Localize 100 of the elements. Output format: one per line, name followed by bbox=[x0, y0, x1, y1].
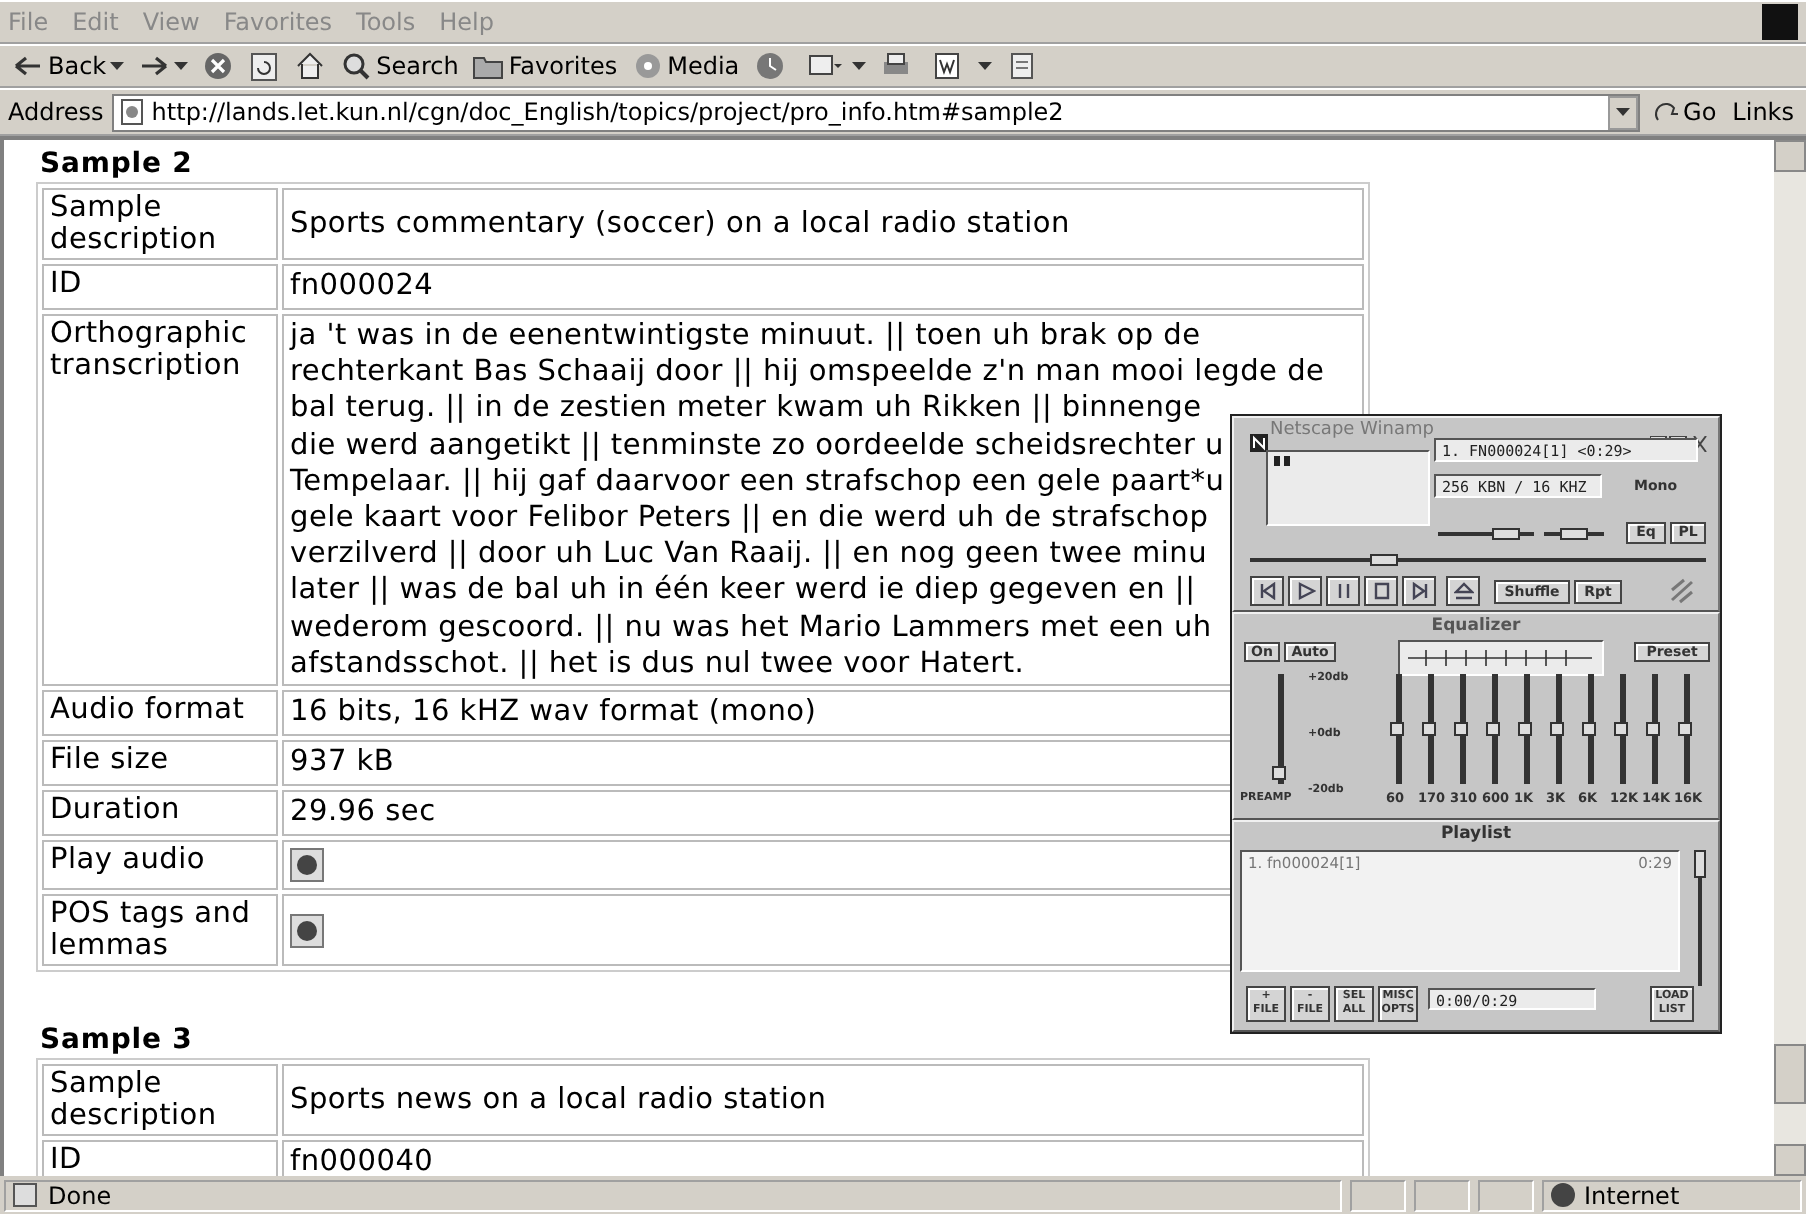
home-icon bbox=[294, 50, 327, 82]
transcription-line: bal terug. || in de zestien meter kwam uh Rikken || binnenge bbox=[290, 390, 1202, 428]
page-icon bbox=[117, 98, 146, 126]
eq-slider[interactable] bbox=[1428, 674, 1434, 784]
pause-icon bbox=[1333, 582, 1353, 600]
row-label: Audio format bbox=[42, 690, 278, 737]
address-field[interactable]: http://lands.let.kun.nl/cgn/doc_English/topics/project/pro_info.htm#sample2 bbox=[111, 93, 1640, 131]
row-label: Play audio bbox=[42, 840, 278, 891]
caret-icon bbox=[110, 62, 125, 70]
status-text: Done bbox=[48, 1181, 112, 1209]
zone-text: Internet bbox=[1584, 1181, 1680, 1209]
dropdown-button[interactable] bbox=[1607, 95, 1638, 129]
transcription-line: wederom gescoord. || nu was het Mario Lammers met een uh bbox=[290, 609, 1212, 646]
row-label: Sample description bbox=[42, 188, 278, 260]
status-panel bbox=[1414, 1179, 1470, 1211]
go-button[interactable]: Go bbox=[1647, 96, 1721, 128]
slider-handle[interactable] bbox=[1646, 722, 1660, 736]
refresh-icon bbox=[248, 50, 281, 82]
stop-icon bbox=[1371, 582, 1391, 600]
slider-handle[interactable] bbox=[1560, 528, 1588, 540]
eq-slider[interactable] bbox=[1460, 674, 1466, 784]
previous-button[interactable] bbox=[1250, 576, 1284, 606]
play-indicator-icon bbox=[1274, 456, 1294, 468]
history-icon bbox=[753, 50, 786, 82]
eq-slider[interactable] bbox=[1620, 674, 1626, 784]
row-label: POS tags and lemmas bbox=[42, 894, 278, 967]
panel-title: Playlist bbox=[1438, 824, 1514, 844]
row-label: File size bbox=[42, 740, 278, 787]
section-heading: Sample 3 bbox=[40, 1024, 195, 1057]
scroll-handle[interactable] bbox=[1694, 850, 1706, 878]
transcription-line: die werd aangetikt || tenminste zo oordeelde scheidsrechter u bbox=[290, 427, 1224, 464]
slider-handle[interactable] bbox=[1369, 554, 1398, 566]
next-icon bbox=[1409, 582, 1429, 600]
favorites-button[interactable]: Favorites bbox=[468, 48, 622, 84]
search-icon bbox=[340, 50, 373, 82]
transcription-line: rechterkant Bas Schaaij door || hij omspeelde z'n man mooi legde de bbox=[290, 354, 1325, 391]
eq-slider[interactable] bbox=[1556, 674, 1562, 784]
play-icon bbox=[1295, 582, 1315, 600]
slider-handle[interactable] bbox=[1678, 722, 1692, 736]
eject-icon bbox=[1453, 582, 1473, 600]
caret-icon bbox=[851, 62, 866, 70]
transcription-line: Tempelaar. || hij gaf daarvoor een strafschop een gele paart*u bbox=[290, 463, 1225, 501]
play-button[interactable] bbox=[1288, 576, 1322, 606]
eq-slider[interactable] bbox=[1524, 674, 1530, 784]
eq-slider[interactable] bbox=[1684, 674, 1690, 784]
row-value: Sports commentary (soccer) on a local radio station bbox=[282, 188, 1364, 260]
caret-icon bbox=[174, 62, 189, 70]
transcription-line: ja 't was in de eenentwintigste minuut. || toen uh brak op de bbox=[290, 318, 1201, 355]
caret-icon bbox=[1615, 108, 1630, 116]
address-label: Address bbox=[8, 98, 104, 126]
slider-handle[interactable] bbox=[1390, 722, 1404, 736]
panel-title: Equalizer bbox=[1429, 616, 1523, 636]
stop-button[interactable] bbox=[1364, 576, 1398, 606]
eq-slider[interactable] bbox=[1396, 674, 1402, 784]
eject-button[interactable] bbox=[1446, 576, 1480, 606]
audio-button[interactable] bbox=[290, 848, 324, 883]
media-button[interactable]: Media bbox=[627, 48, 744, 84]
search-button[interactable]: Search bbox=[336, 48, 463, 84]
eq-slider[interactable] bbox=[1652, 674, 1658, 784]
discussion-icon bbox=[1005, 50, 1038, 82]
transcription-line: verzilverd || door uh Luc Van Raaij. || en nog geen twee minu bbox=[290, 536, 1208, 573]
row-label: ID bbox=[42, 1140, 278, 1176]
slider-handle[interactable] bbox=[1454, 722, 1468, 736]
url-text: http://lands.let.kun.nl/cgn/doc_English/topics/project/pro_info.htm#sample2 bbox=[151, 98, 1064, 126]
slider-handle[interactable] bbox=[1582, 722, 1596, 736]
slider-handle[interactable] bbox=[1614, 722, 1628, 736]
row-value: Sports news on a local radio station bbox=[282, 1064, 1364, 1137]
previous-icon bbox=[1257, 582, 1277, 600]
pause-button[interactable] bbox=[1326, 576, 1360, 606]
slider-handle[interactable] bbox=[1492, 528, 1521, 540]
row-value: fn000040 bbox=[282, 1140, 1364, 1176]
row-value: fn000024 bbox=[282, 264, 1364, 310]
slider-handle[interactable] bbox=[1486, 722, 1500, 736]
eq-curve-icon bbox=[1406, 644, 1594, 672]
row-label: Sample description bbox=[42, 1064, 278, 1137]
row-label: ID bbox=[42, 264, 278, 310]
window-title: Netscape Winamp bbox=[1270, 420, 1436, 440]
slider-handle[interactable] bbox=[1518, 722, 1532, 736]
links-button[interactable]: Links bbox=[1728, 96, 1798, 128]
slider-handle[interactable] bbox=[1422, 722, 1436, 736]
eq-slider[interactable] bbox=[1278, 674, 1284, 784]
transcription-line: gele kaart voor Felibor Peters || en die werd uh de strafschop bbox=[290, 500, 1209, 537]
slider-handle[interactable] bbox=[1550, 722, 1564, 736]
eq-slider[interactable] bbox=[1588, 674, 1594, 784]
transcription-line: later || was de bal uh in één keer werd ie diep gegeven en || bbox=[290, 572, 1196, 610]
scrollbar[interactable] bbox=[1774, 140, 1806, 1176]
status-panel bbox=[1478, 1179, 1534, 1211]
transcription-line: afstandsschot. || het is dus nul twee voor Hatert. bbox=[290, 645, 1025, 683]
section-heading: Sample 2 bbox=[40, 148, 195, 180]
audio-button[interactable] bbox=[290, 913, 324, 948]
slider-handle[interactable] bbox=[1272, 765, 1286, 780]
media-icon bbox=[631, 50, 664, 82]
playlist-scrollbar[interactable] bbox=[1698, 850, 1702, 986]
next-button[interactable] bbox=[1402, 576, 1436, 606]
eq-slider[interactable] bbox=[1492, 674, 1498, 784]
row-label: Orthographic transcription bbox=[42, 314, 278, 687]
scroll-thumb[interactable] bbox=[1774, 1044, 1806, 1104]
stop-icon bbox=[202, 50, 235, 82]
app-logo-icon bbox=[1250, 434, 1268, 452]
back-button[interactable]: Back bbox=[8, 48, 129, 84]
